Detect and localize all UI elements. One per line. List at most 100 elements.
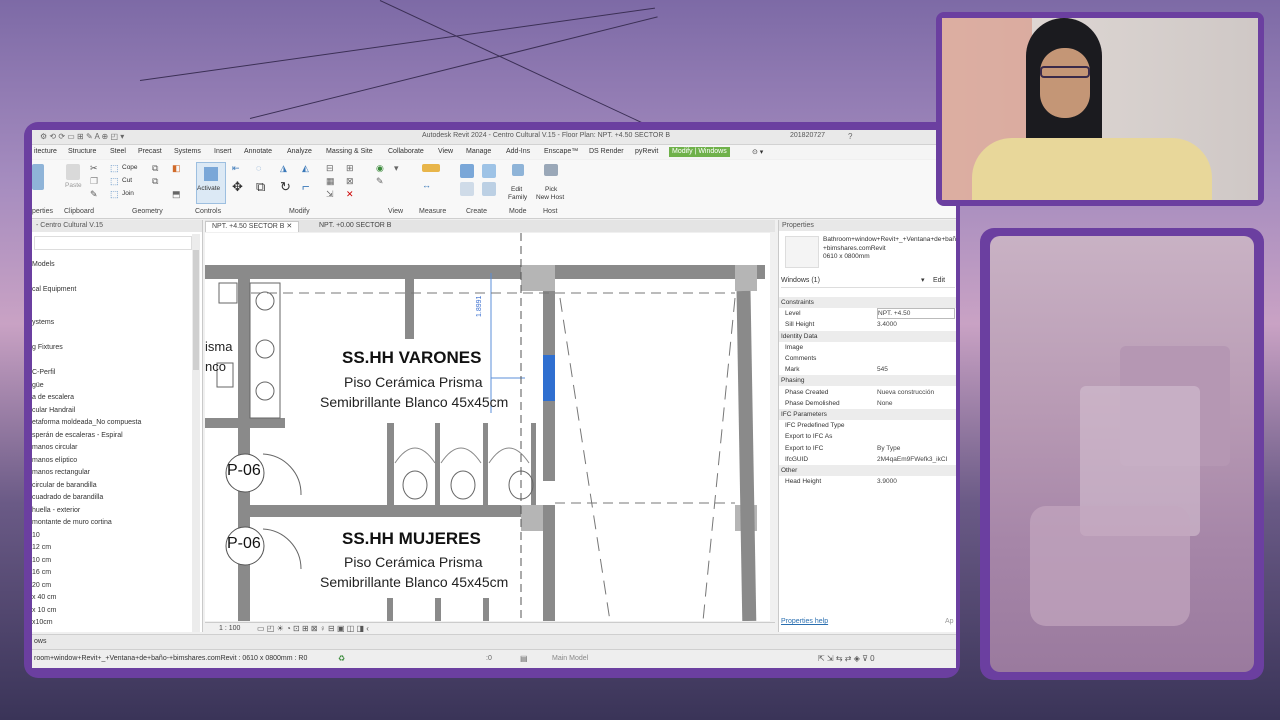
match-type-icon[interactable]: ✎ [90,189,98,199]
create-similar-icon[interactable] [482,182,496,196]
cut-clipboard-icon[interactable]: ✂ [90,163,98,173]
offset-icon[interactable]: ◌ [256,163,261,173]
measure-icon[interactable] [422,164,440,172]
tab-massing-site[interactable]: Massing & Site [326,148,373,155]
help-icon[interactable]: ? [848,132,852,141]
tab-annotate[interactable]: Annotate [244,148,272,155]
property-section[interactable]: Constraints [779,297,956,308]
tab-collaborate[interactable]: Collaborate [388,148,424,155]
property-value[interactable]: Nueva construcción [877,387,934,398]
rotate-icon[interactable]: ↻ [280,180,291,193]
browser-item[interactable]: a de escalera [32,394,74,401]
view-control-icons[interactable]: ▭ ◰ ☀ ◔ ⊡ ⊞ ⊠ ♀ ⊟ ▣ ◫ ◨ ‹ [257,624,369,633]
move-icon[interactable]: ✥ [232,180,243,193]
create-group-icon[interactable] [460,182,474,196]
property-value[interactable]: NPT. +4.50 [877,308,955,320]
properties-icon[interactable] [32,164,44,190]
browser-item[interactable]: cuadrado de barandilla [32,494,103,501]
property-row[interactable]: Sill Height 3.4000 [779,319,956,330]
mirror-draw-icon[interactable]: ◭ [302,163,309,173]
browser-item[interactable]: 20 cm [32,582,51,589]
browser-item[interactable]: x 40 cm [32,594,57,601]
instance-filter[interactable]: Windows (1) ▾ Edit [781,275,955,288]
properties-help-link[interactable]: Properties help [781,618,828,625]
browser-item[interactable]: Models [32,261,55,268]
user-id[interactable]: 201820727 [790,132,825,139]
property-row[interactable]: Mark 545 [779,364,956,375]
browser-item[interactable]: montante de muro cortina [32,519,112,526]
browser-item[interactable]: 12 cm [32,544,51,551]
property-section[interactable]: IFC Parameters [779,409,956,420]
temporary-dimension[interactable]: 1.8991 [476,296,483,317]
edit-family-icon[interactable] [512,164,524,176]
activate-button[interactable]: Activate [196,162,226,204]
tab-steel[interactable]: Steel [110,148,126,155]
edit-family-label-2[interactable]: Family [508,194,527,201]
room-name-varones[interactable]: SS.HH VARONES [342,348,482,368]
view-scale[interactable]: 1 : 100 [219,625,240,632]
drawing-canvas[interactable]: isma nco SS.HH VARONES Piso Cerámica Pri… [205,233,770,621]
property-row[interactable]: IfcGUID 2M4qaEm9FWefk3_ikCI [779,454,956,465]
property-row[interactable]: Phase Demolished None [779,398,956,409]
pick-host-label-2[interactable]: New Host [536,194,564,201]
quick-access-toolbar[interactable]: ⚙ ⟲ ⟳ ▭ ⊞ ✎ A ⊕ ◰ ▾ [40,132,124,141]
browser-item[interactable]: C-Perfil [32,369,55,376]
property-value[interactable]: By Type [877,443,900,454]
property-value[interactable]: 545 [877,364,888,375]
browser-item[interactable]: etaforma moldeada_No compuesta [32,419,141,426]
paint-icon[interactable]: ◧ [172,163,181,173]
project-browser-scrollbar[interactable] [192,234,200,632]
tab-analyze[interactable]: Analyze [287,148,312,155]
property-row[interactable]: IFC Predefined Type [779,420,956,431]
cut-geometry-button[interactable]: Cut [122,177,132,184]
apply-button[interactable]: Ap [945,618,954,625]
cope-icon[interactable]: ⬚ [110,163,119,173]
design-options-icon[interactable]: ▤ [520,654,528,663]
property-row[interactable]: Export to IFC By Type [779,443,956,454]
property-section[interactable]: Other [779,465,956,476]
property-row[interactable]: Export to IFC As [779,431,956,442]
geometry-tool-icon[interactable]: ⧉ [152,163,158,173]
browser-item[interactable]: x 10 cm [32,607,57,614]
browser-item[interactable]: ystems [32,319,54,326]
door-tag[interactable]: P-06 [227,462,261,480]
pick-new-host-icon[interactable] [544,164,558,176]
edit-family-label-1[interactable]: Edit [511,186,522,193]
dimension-icon[interactable]: ↔ [422,180,431,190]
join-icon[interactable]: ⬚ [110,189,119,199]
split-icon[interactable]: ⊟ [326,163,334,173]
room-name-mujeres[interactable]: SS.HH MUJERES [342,529,481,549]
tab-enscape[interactable]: Enscape™ [544,148,578,155]
cut-geometry-icon[interactable]: ⬚ [110,176,119,186]
pin-icon[interactable]: ⊞ [346,163,354,173]
align-icon[interactable]: ⇤ [232,163,240,173]
active-model[interactable]: Main Model [552,655,588,662]
copy-icon[interactable]: ❐ [90,176,98,186]
browser-item[interactable]: huella - exterior [32,507,80,514]
browser-item[interactable]: manos rectangular [32,469,90,476]
property-row[interactable]: Phase Created Nueva construcción [779,387,956,398]
selection-filter-icons[interactable]: ⇱ ⇲ ⇆ ⇄ ◈ ⊽ 0 [818,654,875,663]
tab-insert[interactable]: Insert [214,148,232,155]
property-section[interactable]: Phasing [779,375,956,387]
paste-icon[interactable] [66,164,80,180]
ribbon-options-icon[interactable]: ⊙ ▾ [752,148,763,156]
tab-architecture[interactable]: itecture [34,148,57,155]
chevron-down-icon[interactable]: ▾ [921,275,925,287]
property-section[interactable]: Identity Data [779,330,956,342]
view-tool-icon[interactable]: ▾ [394,163,399,173]
tab-systems[interactable]: Systems [174,148,201,155]
cope-button[interactable]: Cope [122,164,138,171]
scale-icon[interactable]: ⇲ [326,189,334,199]
create-parts-icon[interactable] [482,164,496,178]
property-row[interactable]: Image [779,342,956,353]
browser-item[interactable]: cal Equipment [32,286,76,293]
override-icon[interactable]: ✎ [376,176,384,186]
project-browser-search[interactable] [34,236,192,250]
tab-view[interactable]: View [438,148,453,155]
join-button[interactable]: Join [122,190,134,197]
hide-icon[interactable]: ◉ [376,163,384,173]
close-icon[interactable]: ✕ [286,223,292,230]
property-value[interactable]: None [877,398,893,409]
mirror-axis-icon[interactable]: ◮ [280,163,287,173]
